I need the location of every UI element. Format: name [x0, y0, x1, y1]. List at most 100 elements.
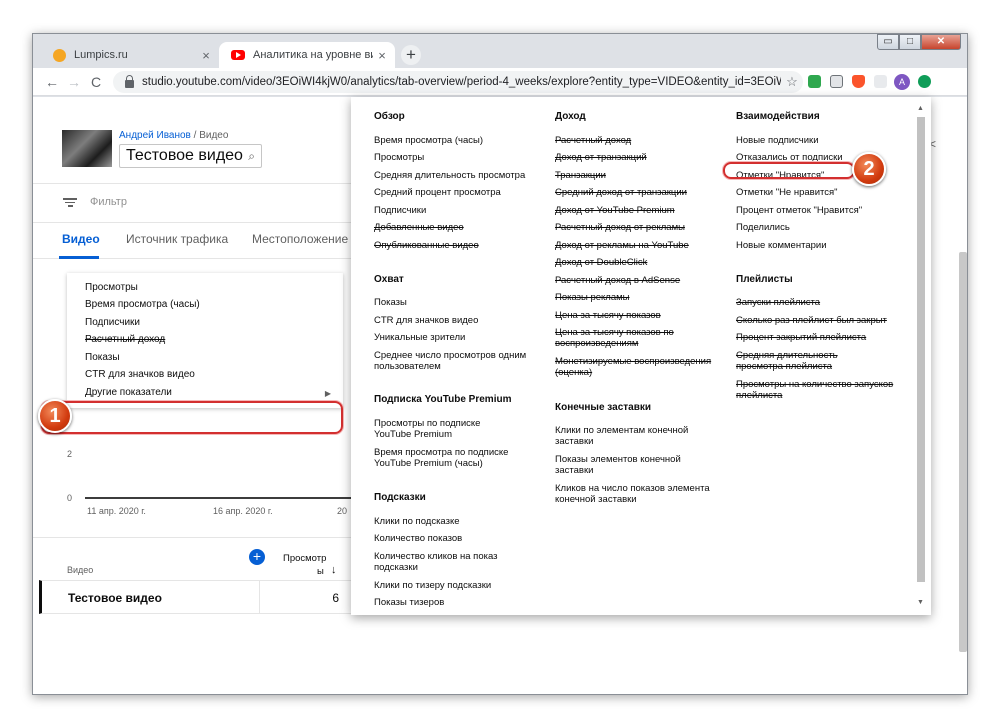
menu-item[interactable]: Время просмотра (часы): [374, 135, 483, 146]
menu-item[interactable]: Новые комментарии: [736, 240, 827, 251]
tab-video[interactable]: Видео: [62, 232, 100, 246]
page-scrollbar[interactable]: [959, 252, 967, 652]
menu-scrollbar[interactable]: ▲ ▼: [917, 105, 925, 609]
metric-item-more[interactable]: Другие показатели: [85, 387, 172, 398]
menu-item[interactable]: Просмотры: [374, 152, 424, 163]
menu-item[interactable]: Показы тизеров: [374, 597, 444, 608]
menu-item[interactable]: Расчетный доход: [555, 135, 631, 146]
menu-item[interactable]: Клики по тизеру подсказки: [374, 580, 491, 591]
menu-item[interactable]: Транзакции: [555, 170, 606, 181]
menu-item[interactable]: Клики по подсказке: [374, 516, 460, 527]
menu-item[interactable]: Средний доход от транзакции: [555, 187, 687, 198]
scrollbar-thumb[interactable]: [917, 117, 925, 582]
filter-bar[interactable]: Фильтр: [33, 183, 353, 223]
menu-item[interactable]: Среднее число просмотров одним пользоват…: [374, 350, 534, 372]
profile-avatar[interactable]: A: [894, 73, 910, 90]
extension-generic-icon[interactable]: [869, 74, 891, 90]
menu-item[interactable]: Доход от DoubleClick: [555, 257, 647, 268]
maximize-button[interactable]: □: [899, 34, 921, 50]
metric-item[interactable]: Расчетный доход: [85, 334, 165, 345]
menu-item[interactable]: Расчетный доход от рекламы: [555, 222, 685, 233]
reload-button[interactable]: C: [85, 74, 107, 90]
studio-page: Андрей Иванов / Видео Тестовое видео ⌕ <…: [33, 97, 967, 694]
menu-item[interactable]: Расчетный доход в AdSense: [555, 275, 680, 286]
menu-item[interactable]: Доход от YouTube Premium: [555, 205, 675, 216]
menu-item[interactable]: Процент закрытий плейлиста: [736, 332, 866, 343]
table-row[interactable]: Тестовое видео 6: [39, 580, 353, 614]
close-window-button[interactable]: ✕: [921, 34, 961, 50]
section-end-screens: Конечные заставки: [555, 402, 652, 413]
metric-item[interactable]: CTR для значков видео: [85, 369, 195, 380]
metric-item[interactable]: Просмотры: [85, 282, 138, 293]
extension-brave-icon[interactable]: [847, 74, 869, 90]
video-selector[interactable]: Тестовое видео ⌕: [119, 144, 262, 168]
menu-item[interactable]: Доход от рекламы на YouTube: [555, 240, 689, 251]
menu-item[interactable]: Показы элементов конечной заставки: [555, 454, 685, 476]
lock-icon: [125, 74, 134, 88]
menu-item[interactable]: Средняя длительность просмотра плейлиста: [736, 350, 886, 372]
menu-item[interactable]: Количество показов: [374, 533, 462, 544]
menu-item[interactable]: Уникальные зрители: [374, 332, 465, 343]
metric-item[interactable]: Показы: [85, 352, 120, 363]
tab-location[interactable]: Местоположение: [252, 232, 348, 246]
menu-item[interactable]: Отметки "Не нравится": [736, 187, 838, 198]
menu-item[interactable]: Клики по элементам конечной заставки: [555, 425, 700, 447]
menu-item[interactable]: Цена за тысячу показов по воспроизведени…: [555, 327, 685, 349]
section-revenue: Доход: [555, 111, 586, 122]
menu-item[interactable]: Опубликованные видео: [374, 240, 479, 251]
tab-youtube-analytics[interactable]: Аналитика на уровне видео - Yo ×: [219, 42, 395, 68]
report-tabs: Видео Источник трафика Местоположение: [33, 223, 353, 259]
address-bar[interactable]: studio.youtube.com/video/3EOiWI4kjW0/ana…: [113, 70, 803, 93]
new-tab-button[interactable]: +: [401, 45, 421, 65]
close-tab-icon[interactable]: ×: [373, 48, 391, 63]
close-tab-icon[interactable]: ×: [197, 48, 215, 63]
menu-item[interactable]: Средний процент просмотра: [374, 187, 501, 198]
x-axis: [85, 497, 355, 499]
bookmark-star-icon[interactable]: ☆: [781, 74, 803, 90]
menu-item[interactable]: Время просмотра по подписке YouTube Prem…: [374, 447, 514, 469]
scroll-down-icon[interactable]: ▼: [917, 599, 924, 606]
menu-item[interactable]: Монетизируемые воспроизведения (оценка): [555, 356, 715, 378]
menu-item[interactable]: Сколько раз плейлист был закрыт: [736, 315, 887, 326]
menu-item[interactable]: Доход от транзакций: [555, 152, 647, 163]
step-badge-1: 1: [38, 399, 72, 433]
window-controls: ▭ □ ✕: [877, 34, 961, 50]
menu-item[interactable]: Количество кликов на показ подсказки: [374, 551, 514, 573]
extension-shield-icon[interactable]: [803, 74, 825, 90]
minimize-button[interactable]: ▭: [877, 34, 899, 50]
youtube-favicon-icon: [231, 50, 245, 60]
extension-camera-icon[interactable]: [825, 74, 847, 90]
extension-green-icon[interactable]: [913, 74, 935, 90]
tab-lumpics[interactable]: Lumpics.ru ×: [41, 42, 219, 68]
menu-item[interactable]: Просмотры по подписке YouTube Premium: [374, 418, 499, 440]
menu-item[interactable]: Средняя длительность просмотра: [374, 170, 525, 181]
breadcrumb-section[interactable]: Видео: [199, 130, 228, 141]
metric-item[interactable]: Время просмотра (часы): [85, 299, 200, 310]
forward-button[interactable]: →: [63, 74, 85, 90]
breadcrumb-author[interactable]: Андрей Иванов: [119, 130, 191, 141]
menu-item[interactable]: Новые подписчики: [736, 135, 819, 146]
menu-item[interactable]: Процент отметок "Нравится": [736, 205, 862, 216]
menu-item[interactable]: Просмотры на количество запусков плейлис…: [736, 379, 896, 401]
menu-item[interactable]: Кликов на число показов элемента конечно…: [555, 483, 715, 505]
search-icon[interactable]: ⌕: [248, 145, 255, 167]
menu-item[interactable]: Показы: [374, 297, 407, 308]
add-column-button[interactable]: +: [249, 549, 265, 565]
menu-item[interactable]: Поделились: [736, 222, 790, 233]
scroll-up-icon[interactable]: ▲: [917, 105, 924, 112]
menu-item[interactable]: Добавленные видео: [374, 222, 464, 233]
menu-item[interactable]: Показы рекламы: [555, 292, 630, 303]
tab-traffic-source[interactable]: Источник трафика: [126, 232, 228, 246]
back-button[interactable]: ←: [41, 74, 63, 90]
menu-item[interactable]: Запуски плейлиста: [736, 297, 820, 308]
x-tick: 11 апр. 2020 г.: [87, 506, 146, 516]
menu-item[interactable]: Подписчики: [374, 205, 426, 216]
sort-down-icon[interactable]: ↓: [331, 564, 337, 576]
column-views[interactable]: Просмотр: [283, 553, 326, 564]
metric-item[interactable]: Подписчики: [85, 317, 140, 328]
menu-item[interactable]: CTR для значков видео: [374, 315, 478, 326]
menu-item[interactable]: Цена за тысячу показов: [555, 310, 661, 321]
row-video-title: Тестовое видео: [68, 591, 162, 605]
cell-divider: [259, 581, 260, 613]
x-tick: 16 апр. 2020 г.: [213, 506, 273, 516]
